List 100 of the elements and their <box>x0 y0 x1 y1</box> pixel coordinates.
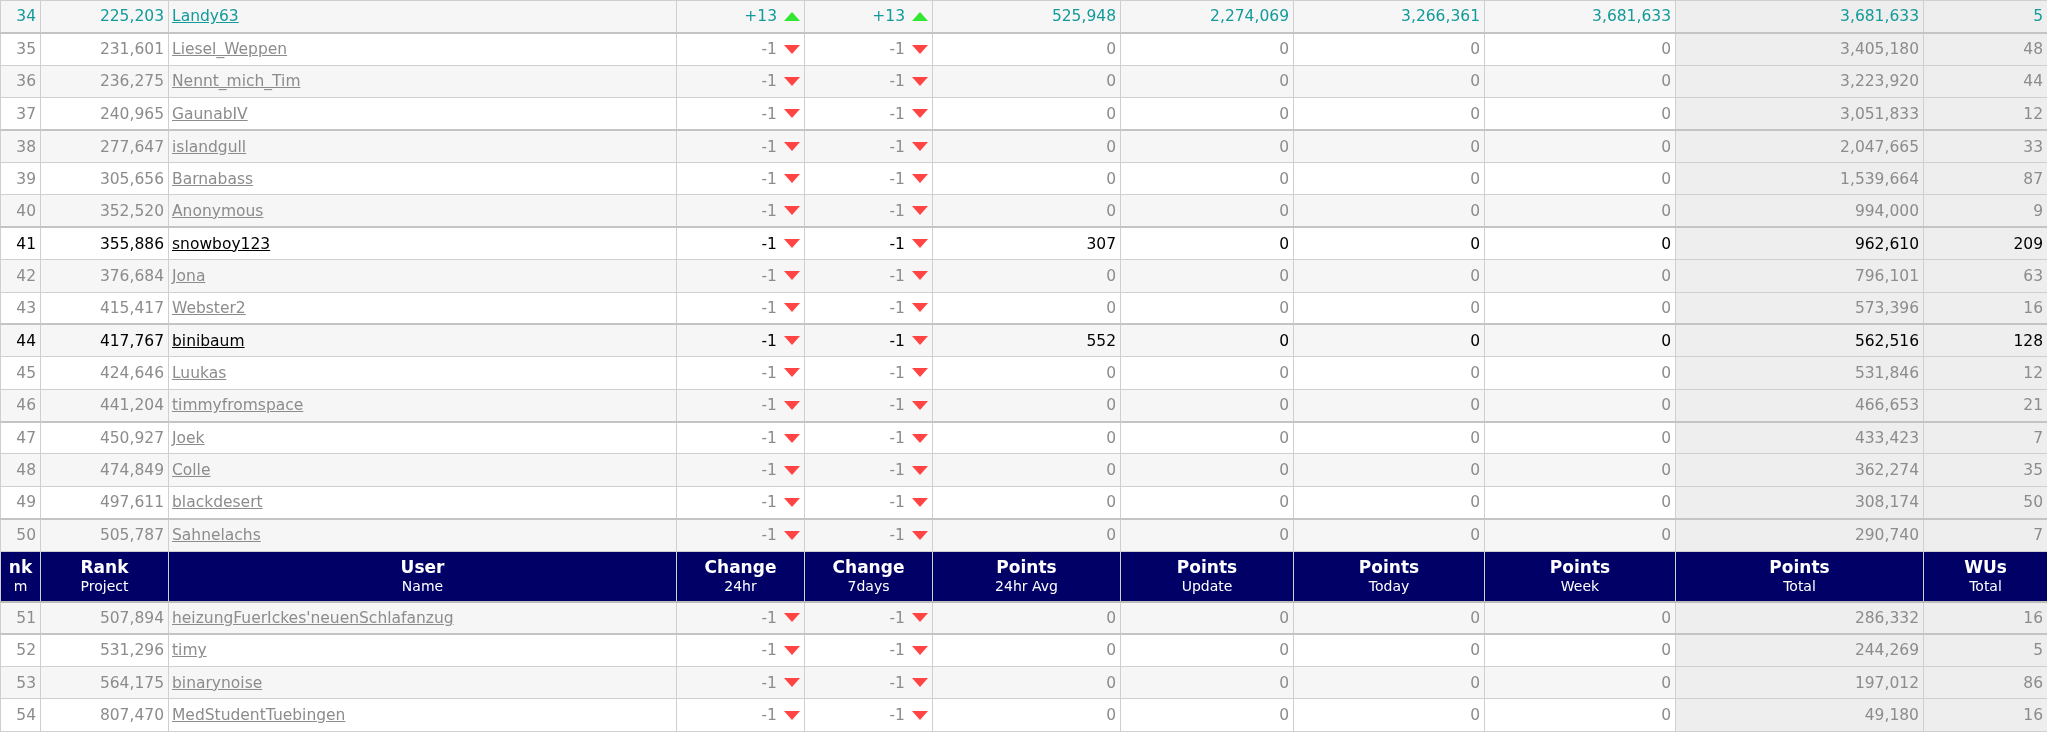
table-cell: 0 <box>1484 162 1676 195</box>
table-cell: 466,653 <box>1675 389 1924 422</box>
user-link[interactable]: Anonymous <box>172 201 264 220</box>
change-value: -1 <box>889 461 905 480</box>
column-title: Points <box>1768 557 1831 579</box>
table-cell: 0 <box>1484 421 1676 454</box>
column-title: Points <box>1357 557 1421 579</box>
user-link[interactable]: Luukas <box>172 364 227 382</box>
column-header[interactable]: Change 24hr <box>676 551 805 602</box>
table-cell: 0 <box>1120 162 1294 195</box>
table-cell: 0 <box>1293 421 1485 454</box>
table-cell: 0 <box>1120 486 1294 519</box>
table-cell: 0 <box>1484 518 1676 552</box>
change-value: -1 <box>761 298 777 317</box>
table-cell: 87 <box>1923 162 2047 195</box>
table-cell: 3,266,361 <box>1293 0 1485 33</box>
table-cell: 225,203 <box>40 0 169 33</box>
user-link[interactable]: Liesel_Weppen <box>172 40 288 59</box>
table-cell: 0 <box>1293 634 1485 667</box>
table-cell: 0 <box>1120 389 1294 422</box>
user-link[interactable]: snowboy123 <box>172 234 271 253</box>
column-header[interactable]: Points 24hr Avg <box>932 551 1121 602</box>
change-value: -1 <box>889 40 905 59</box>
table-cell: 0 <box>932 259 1121 292</box>
table-cell: 54 <box>0 698 41 732</box>
column-subtitle: Project <box>79 578 130 596</box>
column-header[interactable]: User Name <box>168 551 677 602</box>
column-subtitle: Name <box>400 578 445 596</box>
column-header[interactable]: Change 7days <box>804 551 933 602</box>
user-link[interactable]: Landy63 <box>172 7 239 26</box>
table-cell: 0 <box>1120 130 1294 163</box>
user-link[interactable]: MedStudentTuebingen <box>172 706 346 724</box>
column-header[interactable]: Points Update <box>1120 551 1294 602</box>
table-cell: 44 <box>0 324 41 357</box>
user-link[interactable]: timmyfromspace <box>172 396 304 415</box>
table-cell: 35 <box>1923 453 2047 487</box>
column-header[interactable]: Rank Project <box>40 551 169 602</box>
table-cell: 0 <box>1484 486 1676 519</box>
change-value: -1 <box>889 72 905 91</box>
table-cell: 34 <box>0 0 41 33</box>
column-header[interactable]: nk m <box>0 551 41 602</box>
table-cell: 38 <box>0 130 41 163</box>
user-link[interactable]: Jona <box>172 266 206 285</box>
table-cell: 0 <box>932 292 1121 325</box>
user-link[interactable]: timy <box>172 641 207 660</box>
column-header[interactable]: WUs Total <box>1923 551 2047 602</box>
table-cell: 0 <box>1120 698 1294 732</box>
change-value: -1 <box>761 364 777 382</box>
table-cell: 197,012 <box>1675 666 1924 699</box>
column-header[interactable]: Points Week <box>1484 551 1676 602</box>
user-link[interactable]: Sahnelachs <box>172 526 261 545</box>
change-value: -1 <box>761 396 777 415</box>
table-cell: 63 <box>1923 259 2047 292</box>
user-link[interactable]: Barnabass <box>172 169 254 188</box>
table-cell: 47 <box>0 421 41 454</box>
user-link[interactable]: Webster2 <box>172 298 246 317</box>
table-cell: 0 <box>1484 453 1676 487</box>
change-value: -1 <box>889 706 905 724</box>
table-cell: 417,767 <box>40 324 169 357</box>
table-cell: 12 <box>1923 356 2047 390</box>
table-cell: 3,681,633 <box>1484 0 1676 33</box>
column-subtitle: Total <box>1782 578 1817 596</box>
table-cell: 376,684 <box>40 259 169 292</box>
table-cell: 41 <box>0 227 41 260</box>
column-subtitle: m <box>12 578 29 596</box>
table-cell: 0 <box>1484 292 1676 325</box>
column-title: Points <box>995 557 1058 579</box>
change-value: -1 <box>889 526 905 545</box>
change-value: -1 <box>761 461 777 480</box>
table-cell: 0 <box>1293 698 1485 732</box>
change-value: -1 <box>761 137 777 156</box>
user-link[interactable]: Nennt_mich_Tim <box>172 72 301 91</box>
change-value: -1 <box>761 72 777 91</box>
user-link[interactable]: Colle <box>172 461 211 480</box>
user-link[interactable]: Joek <box>172 429 205 447</box>
change-value: -1 <box>889 608 905 627</box>
table-cell: 0 <box>1293 292 1485 325</box>
user-link[interactable]: binarynoise <box>172 673 263 692</box>
change-value: -1 <box>761 641 777 660</box>
column-header[interactable]: Points Today <box>1293 551 1485 602</box>
table-cell: 3,681,633 <box>1675 0 1924 33</box>
table-cell: 0 <box>1120 356 1294 390</box>
change-value: -1 <box>889 137 905 156</box>
user-link[interactable]: binibaum <box>172 331 245 350</box>
table-cell: 0 <box>1293 32 1485 66</box>
user-link[interactable]: islandgull <box>172 137 247 156</box>
user-link[interactable]: blackdesert <box>172 493 263 512</box>
table-cell: 46 <box>0 389 41 422</box>
user-link[interactable]: GaunabIV <box>172 104 248 123</box>
table-cell: 33 <box>1923 130 2047 163</box>
table-cell: 362,274 <box>1675 453 1924 487</box>
change-value: -1 <box>889 493 905 512</box>
column-header[interactable]: Points Total <box>1675 551 1924 602</box>
change-value: -1 <box>889 429 905 447</box>
table-cell: 3,405,180 <box>1675 32 1924 66</box>
table-cell: 796,101 <box>1675 259 1924 292</box>
table-cell: 2,047,665 <box>1675 130 1924 163</box>
column-subtitle: 7days <box>846 578 891 596</box>
change-value: -1 <box>761 169 777 188</box>
table-cell: 231,601 <box>40 32 169 66</box>
